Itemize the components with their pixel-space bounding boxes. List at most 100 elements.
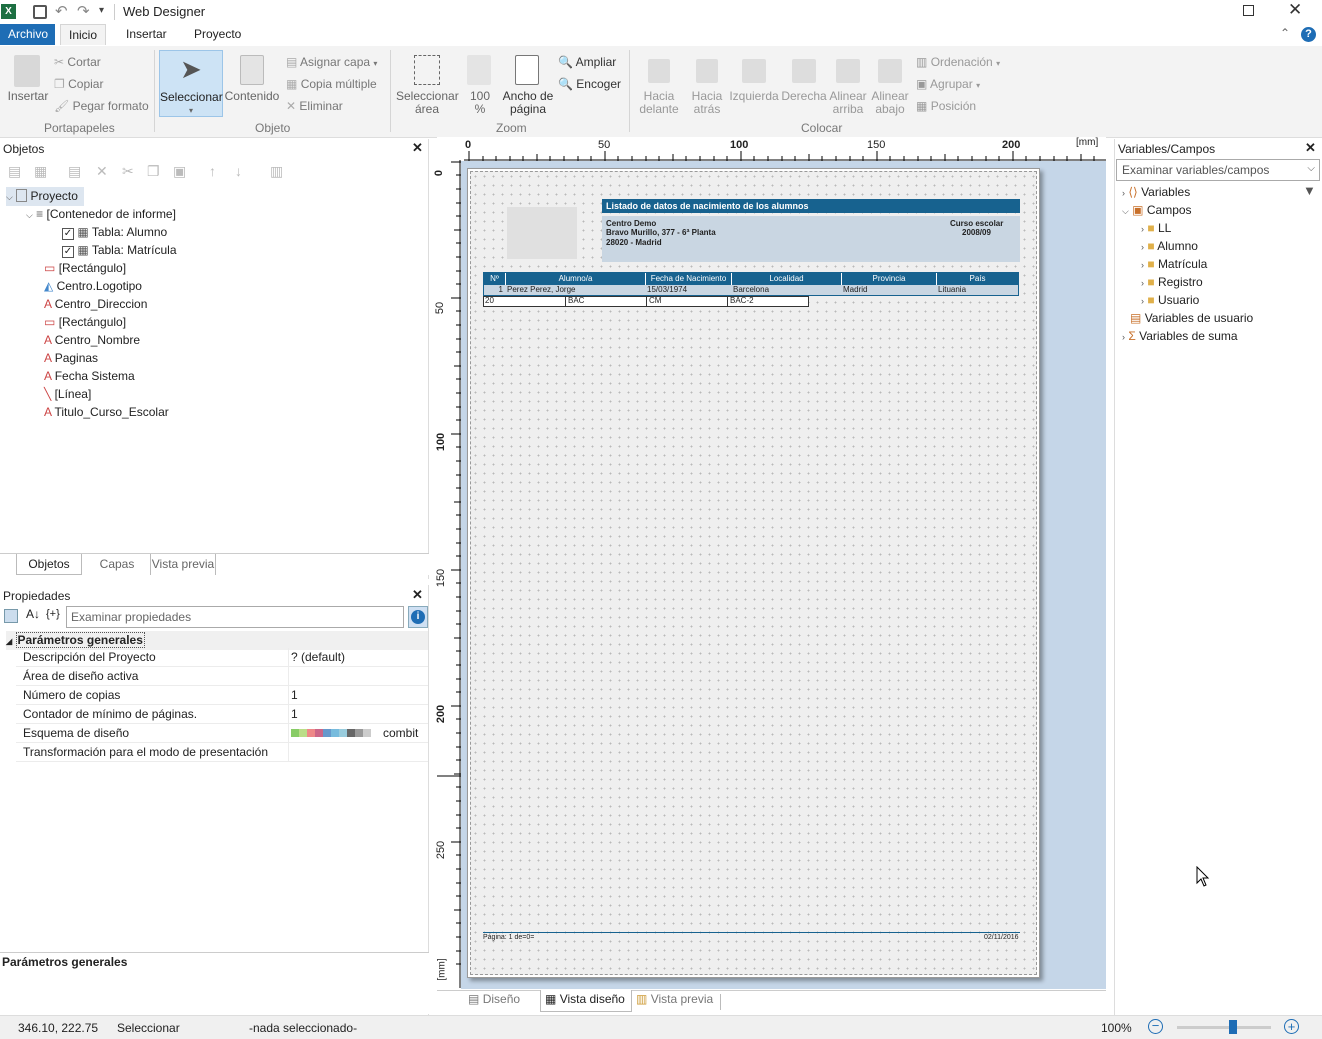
var-item-ll[interactable]: › ■ LL (1141, 219, 1171, 238)
table-cell[interactable]: 1 (484, 285, 503, 295)
select-button[interactable]: ➤ Seleccionar ▾ (159, 50, 223, 117)
tree-item-direccion[interactable]: A Centro_Direccion (44, 295, 147, 313)
list-view-icon[interactable]: ▦ (34, 163, 47, 180)
var-item-variables-usuario[interactable]: ▤ Variables de usuario (1130, 309, 1253, 327)
table-cell[interactable]: Lituania (938, 285, 966, 295)
align-left-button[interactable]: Izquierda (729, 53, 779, 115)
property-row[interactable]: Descripción del Proyecto ? (default) (16, 648, 428, 667)
align-bottom-button[interactable]: Alinear abajo (868, 53, 912, 116)
var-item-variables-suma[interactable]: › Σ Variables de suma (1122, 327, 1238, 346)
tree-item-titulo[interactable]: A Titulo_Curso_Escolar (44, 403, 169, 421)
filter-icon[interactable]: ▼ (1303, 183, 1316, 198)
table-header-cell[interactable]: Nº (484, 273, 505, 285)
tree-item-nombre[interactable]: A Centro_Nombre (44, 331, 140, 349)
tab-diseno[interactable]: ▤ Diseño (468, 992, 520, 1006)
tab-inicio[interactable]: Inicio (60, 24, 107, 45)
move-up-icon[interactable]: ↑ (209, 163, 216, 179)
table-header-cell[interactable]: Fecha de Nacimiento (645, 273, 731, 285)
table-cell[interactable]: Perez Perez, Jorge (507, 285, 575, 295)
var-item-usuario[interactable]: › ■ Usuario (1141, 291, 1199, 310)
table-cell[interactable]: CM (646, 296, 727, 306)
checkbox-checked-icon[interactable]: ✓ (62, 246, 74, 258)
content-button[interactable]: Contenido (224, 53, 280, 108)
help-icon[interactable]: ? (1301, 27, 1316, 42)
tab-objetos[interactable]: Objetos (16, 554, 82, 575)
cut-object-icon[interactable]: ✂ (122, 163, 134, 180)
var-item-alumno[interactable]: › ■ Alumno (1141, 237, 1198, 256)
restore-icon[interactable] (1243, 5, 1254, 16)
tree-item-tabla-matricula[interactable]: ✓ ▦ Tabla: Matrícula (62, 241, 177, 259)
table-cell[interactable]: Madrid (843, 285, 867, 295)
tree-item-rectangulo-2[interactable]: ▭ [Rectángulo] (44, 313, 126, 331)
table-cell[interactable]: BAC-2 (727, 296, 809, 306)
property-row[interactable]: Esquema de diseño combit (16, 724, 428, 743)
save-icon[interactable] (33, 5, 47, 19)
formula-icon[interactable]: {+} (46, 608, 60, 620)
multiple-copy-button[interactable]: ▦ Copia múltiple (286, 77, 377, 91)
quick-access-dropdown-icon[interactable]: ▾ (99, 5, 104, 16)
close-panel-icon[interactable]: ✕ (412, 140, 423, 156)
close-window-icon[interactable]: ✕ (1288, 0, 1302, 20)
tab-proyecto[interactable]: Proyecto (186, 24, 249, 45)
zoom-slider-thumb[interactable] (1229, 1020, 1237, 1034)
property-value[interactable]: 1 (291, 688, 298, 702)
property-row[interactable]: Número de copias 1 (16, 686, 428, 705)
close-panel-icon[interactable]: ✕ (1305, 140, 1316, 156)
send-backward-button[interactable]: Hacia atrás (684, 53, 730, 116)
property-value[interactable]: combit (383, 726, 418, 740)
checkbox-checked-icon[interactable]: ✓ (62, 228, 74, 240)
tree-item-tabla-alumno[interactable]: ✓ ▦ Tabla: Alumno (62, 223, 167, 241)
categorized-icon[interactable] (4, 609, 18, 623)
table-header-cell[interactable]: País (936, 273, 1018, 285)
var-item-campos[interactable]: ⌵ ▣ Campos (1122, 201, 1192, 220)
zoom-in-circle-icon[interactable]: + (1284, 1019, 1299, 1034)
cut-button[interactable]: ✂ Cortar (54, 55, 101, 69)
course-value[interactable]: 2008/09 (962, 228, 991, 237)
property-value[interactable]: ? (default) (291, 650, 345, 664)
zoom-out-button[interactable]: 🔍 Encoger (558, 77, 621, 91)
center-address[interactable]: Bravo Murillo, 377 - 6ª Planta (606, 228, 716, 237)
tree-item-paginas[interactable]: A Paginas (44, 349, 98, 367)
format-painter-button[interactable]: 🖌 Pegar formato (54, 99, 149, 113)
properties-icon[interactable]: ▤ (68, 163, 81, 180)
var-item-matricula[interactable]: › ■ Matrícula (1141, 255, 1207, 274)
table-header-cell[interactable]: Localidad (731, 273, 841, 285)
tree-item-linea[interactable]: ╲ [Línea] (44, 385, 91, 403)
page-width-button[interactable]: Ancho de página (500, 53, 556, 116)
delete-object-icon[interactable]: ✕ (96, 163, 108, 180)
copy-object-icon[interactable]: ❐ (147, 163, 160, 180)
properties-search-input[interactable]: Examinar propiedades (66, 606, 404, 628)
report-icon[interactable]: ▥ (270, 163, 283, 180)
select-area-button[interactable]: Seleccionar área (396, 53, 459, 116)
tab-vista-diseno[interactable]: ▦ Vista diseño (540, 990, 632, 1012)
report-title-bar[interactable]: Listado de datos de nacimiento de los al… (602, 199, 1020, 213)
tab-archivo[interactable]: Archivo (0, 24, 55, 45)
table-cell[interactable]: 15/03/1974 (647, 285, 687, 295)
undo-icon[interactable]: ↶ (55, 2, 68, 20)
zoom-out-circle-icon[interactable]: − (1148, 1019, 1163, 1034)
paste-object-icon[interactable]: ▣ (173, 163, 186, 180)
table-header-cell[interactable]: Alumno/a (505, 273, 645, 285)
zoom-slider[interactable] (1177, 1026, 1271, 1029)
align-top-button[interactable]: Alinear arriba (826, 53, 870, 116)
insert-button[interactable]: Insertar (6, 53, 50, 108)
tab-vista-previa-obj[interactable]: Vista previa (150, 554, 216, 575)
center-name[interactable]: Centro Demo (606, 219, 656, 228)
copy-button[interactable]: ❐ Copiar (54, 77, 103, 91)
table-cell[interactable]: Barcelona (733, 285, 769, 295)
position-button[interactable]: ▦ Posición (916, 99, 976, 113)
tree-item-logotipo[interactable]: ◭ Centro.Logotipo (44, 277, 142, 295)
center-address-2[interactable]: 28020 - Madrid (606, 238, 662, 247)
tree-item-fecha[interactable]: A Fecha Sistema (44, 367, 135, 385)
var-item-registro[interactable]: › ■ Registro (1141, 273, 1203, 292)
logo-placeholder[interactable] (507, 207, 577, 259)
order-button[interactable]: ▥ Ordenación ▾ (916, 55, 1000, 69)
property-value[interactable]: 1 (291, 707, 298, 721)
tree-item-rectangulo[interactable]: ▭ [Rectángulo] (44, 259, 126, 277)
property-row[interactable]: Transformación para el modo de presentac… (16, 743, 428, 762)
tree-item-contenedor[interactable]: ⌵ ≡ [Contenedor de informe] (26, 205, 176, 224)
table-cell[interactable]: BAC (565, 296, 646, 306)
table-header-cell[interactable]: Provincia (841, 273, 936, 285)
footer-date[interactable]: 02/11/2016 (984, 934, 1019, 941)
info-icon[interactable]: i (408, 606, 428, 628)
